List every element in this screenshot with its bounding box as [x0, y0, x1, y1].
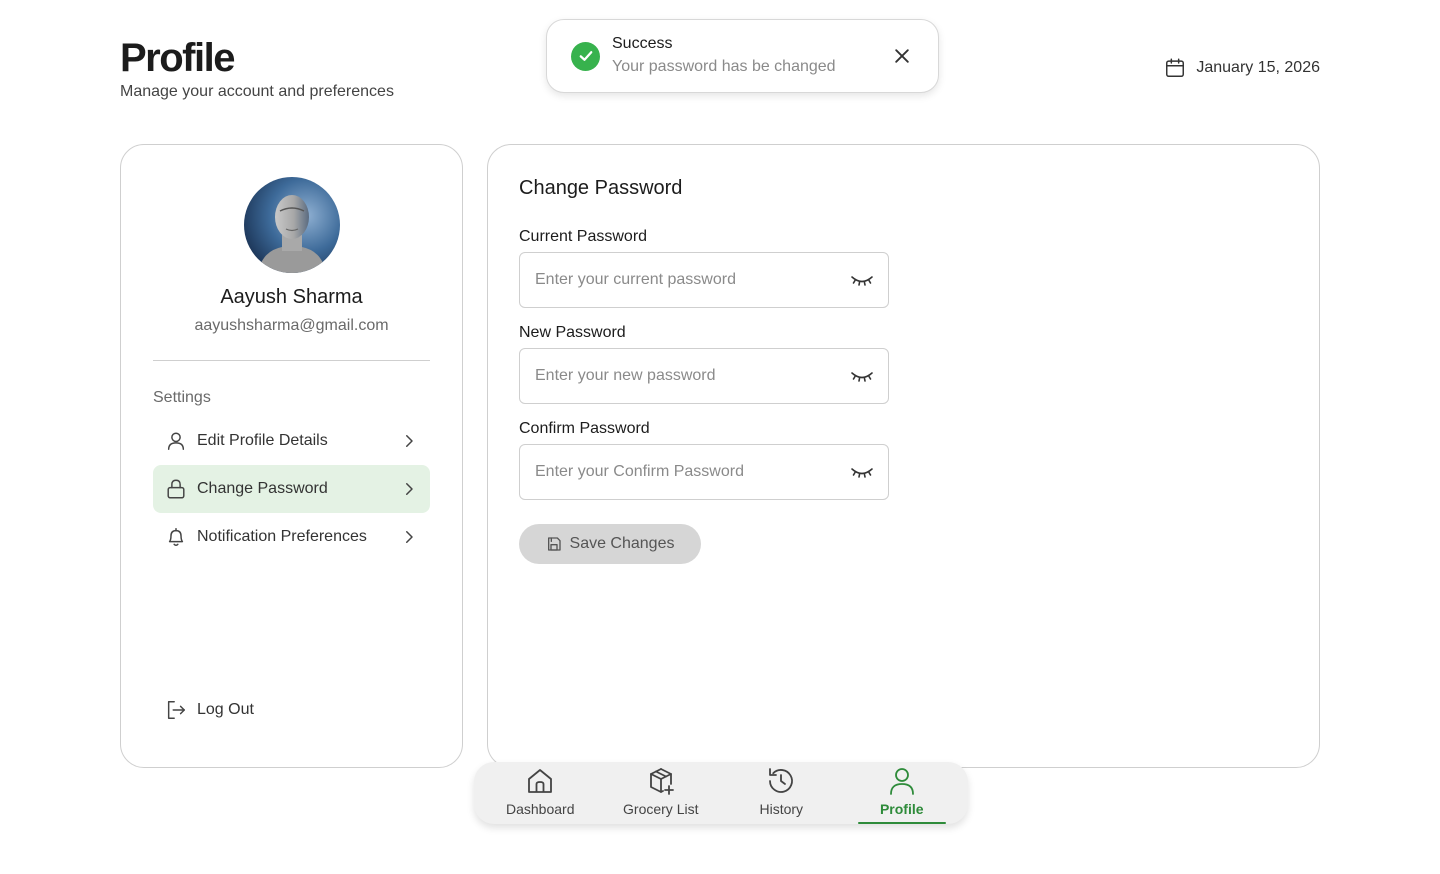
- current-password-input[interactable]: [535, 271, 850, 289]
- success-toast: Success Your password has be changed: [546, 19, 939, 93]
- bottom-nav: Dashboard Grocery List History Profile: [474, 762, 968, 824]
- eye-closed-icon[interactable]: [850, 364, 874, 388]
- menu-item-label: Change Password: [197, 480, 328, 497]
- eye-closed-icon[interactable]: [850, 460, 874, 484]
- new-password-label: New Password: [519, 324, 626, 341]
- current-password-label: Current Password: [519, 228, 648, 245]
- lock-icon: [167, 479, 185, 499]
- home-icon: [528, 769, 553, 793]
- logout-icon: [167, 701, 185, 719]
- nav-label: History: [759, 801, 804, 817]
- confirm-password-field: [519, 444, 889, 500]
- eye-closed-icon[interactable]: [850, 268, 874, 292]
- bell-icon: [168, 528, 184, 546]
- current-password-field: [519, 252, 889, 308]
- menu-item-label: Notification Preferences: [197, 528, 367, 545]
- nav-item-grocery-list[interactable]: Grocery List: [601, 762, 722, 824]
- nav-label: Dashboard: [506, 801, 575, 817]
- save-changes-label: Save Changes: [569, 535, 675, 552]
- new-password-input[interactable]: [535, 367, 850, 385]
- calendar-icon: [1166, 58, 1185, 77]
- user-icon: [889, 768, 914, 795]
- profile-card: Aayush Sharma aayushsharma@gmail.com Set…: [120, 144, 463, 768]
- settings-menu: Edit Profile Details Change Password Not…: [153, 417, 430, 561]
- page-subtitle: Manage your account and preferences: [120, 83, 394, 100]
- confirm-password-input[interactable]: [535, 463, 850, 481]
- toast-title: Success: [612, 35, 673, 52]
- toast-message: Your password has be changed: [612, 58, 836, 75]
- logout-label: Log Out: [197, 701, 254, 718]
- menu-item-label: Edit Profile Details: [197, 432, 328, 449]
- save-changes-button[interactable]: Save Changes: [519, 524, 701, 564]
- close-icon[interactable]: [892, 46, 912, 66]
- nav-item-profile[interactable]: Profile: [842, 762, 963, 824]
- menu-item-change-password[interactable]: Change Password: [153, 465, 430, 513]
- chevron-right-icon: [406, 531, 413, 543]
- user-email: aayushsharma@gmail.com: [194, 317, 389, 334]
- check-circle-icon: [571, 41, 600, 71]
- menu-item-edit-profile[interactable]: Edit Profile Details: [153, 417, 430, 465]
- user-icon: [167, 432, 185, 450]
- nav-item-history[interactable]: History: [721, 762, 842, 824]
- nav-label: Profile: [879, 801, 924, 817]
- save-icon: [547, 537, 561, 551]
- change-password-card: Change Password Current Password New Pas…: [487, 144, 1320, 768]
- chevron-right-icon: [406, 435, 413, 447]
- section-title: Change Password: [519, 177, 683, 199]
- user-name: Aayush Sharma: [220, 286, 363, 308]
- avatar: [244, 177, 340, 273]
- nav-label: Grocery List: [623, 801, 699, 817]
- settings-heading: Settings: [153, 389, 211, 406]
- page-title: Profile: [120, 36, 235, 80]
- new-password-field: [519, 348, 889, 404]
- nav-item-dashboard[interactable]: Dashboard: [480, 762, 601, 824]
- logout-button[interactable]: Log Out: [165, 699, 254, 721]
- history-icon: [769, 768, 794, 793]
- divider: [153, 360, 430, 361]
- date-display: January 15, 2026: [1164, 57, 1320, 79]
- confirm-password-label: Confirm Password: [519, 420, 650, 437]
- chevron-right-icon: [406, 483, 413, 495]
- package-plus-icon: [649, 768, 674, 795]
- menu-item-notification-preferences[interactable]: Notification Preferences: [153, 513, 430, 561]
- date-text: January 15, 2026: [1196, 59, 1320, 76]
